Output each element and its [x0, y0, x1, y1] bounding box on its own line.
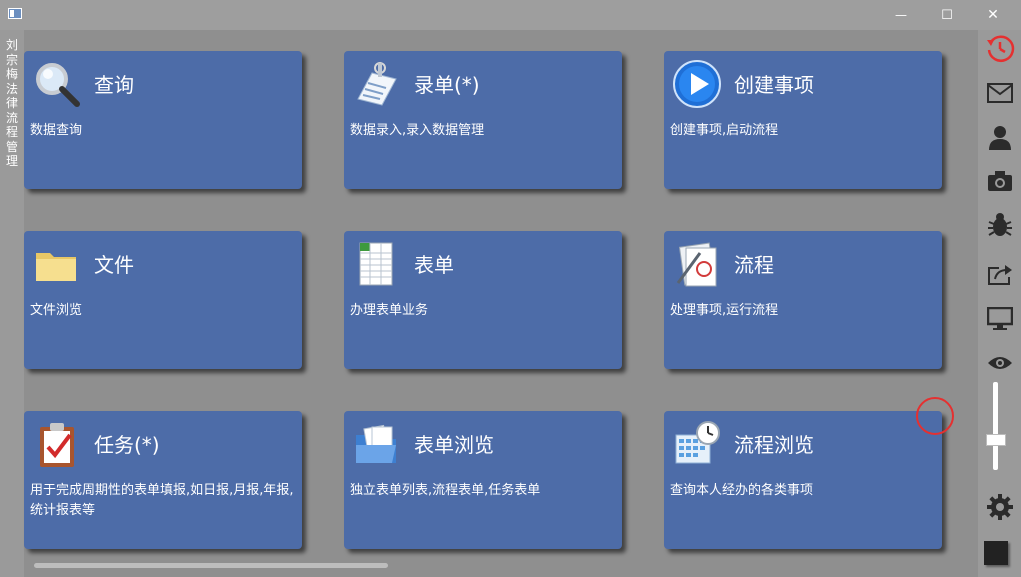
- document-entry-icon: [357, 62, 397, 106]
- tile-title: 流程浏览: [734, 433, 814, 457]
- left-title-strip: 刘宗梅法律流程管理: [0, 30, 24, 577]
- cursor-indicator: [916, 397, 954, 435]
- mail-icon[interactable]: [982, 78, 1018, 108]
- eye-icon[interactable]: [982, 348, 1018, 378]
- user-icon[interactable]: [982, 122, 1018, 152]
- app-icon: [8, 8, 22, 19]
- tile-description: 查询本人经办的各类事项: [670, 483, 814, 498]
- maximize-icon: ☐: [941, 7, 953, 23]
- tile-description: 数据查询: [30, 123, 83, 138]
- tile-process[interactable]: 流程 处理事项,运行流程: [664, 231, 942, 369]
- tile-title: 流程: [734, 253, 774, 277]
- close-icon: ✕: [987, 7, 999, 23]
- tile-form-browse[interactable]: 表单浏览 独立表单列表,流程表单,任务表单: [344, 411, 622, 549]
- tile-area: 查询 数据查询 录单(*) 数据录入,录入数据管理 创建事项 创建事项,启动流程…: [24, 30, 978, 569]
- camera-icon[interactable]: [982, 166, 1018, 196]
- zoom-slider-track[interactable]: [993, 382, 998, 470]
- process-doc-icon: [676, 242, 717, 287]
- tile-process-browse[interactable]: 流程浏览 查询本人经办的各类事项: [664, 411, 942, 549]
- horizontal-scrollbar-thumb[interactable]: [34, 563, 388, 568]
- title-bar: — ☐ ✕: [0, 0, 1021, 30]
- monitor-icon[interactable]: [982, 304, 1018, 334]
- tile-title: 表单浏览: [414, 433, 494, 457]
- color-swatch[interactable]: [984, 541, 1008, 565]
- maximize-button[interactable]: ☐: [924, 0, 970, 30]
- tile-description: 文件浏览: [30, 303, 83, 318]
- tile-entry[interactable]: 录单(*) 数据录入,录入数据管理: [344, 51, 622, 189]
- minimize-icon: —: [895, 8, 907, 22]
- tile-title: 文件: [94, 253, 134, 277]
- app-title: 刘宗梅法律流程管理: [5, 38, 18, 168]
- minimize-button[interactable]: —: [878, 0, 924, 30]
- spreadsheet-icon: [359, 242, 393, 286]
- tile-forms[interactable]: 表单 办理表单业务: [344, 231, 622, 369]
- bug-icon[interactable]: [982, 210, 1018, 240]
- tile-create[interactable]: 创建事项 创建事项,启动流程: [664, 51, 942, 189]
- zoom-slider-thumb[interactable]: [986, 434, 1006, 446]
- tile-title: 表单: [414, 253, 454, 277]
- tile-description: 办理表单业务: [350, 303, 429, 318]
- tile-title: 录单(*): [414, 73, 480, 97]
- folder-files-icon: [356, 424, 396, 463]
- tile-tasks[interactable]: 任务(*) 用于完成周期性的表单填报,如日报,月报,年报,统计报表等: [24, 411, 302, 549]
- tile-files[interactable]: 文件 文件浏览: [24, 231, 302, 369]
- tile-description: 独立表单列表,流程表单,任务表单: [350, 483, 541, 498]
- tile-title: 创建事项: [734, 73, 814, 97]
- clipboard-check-icon: [40, 423, 74, 467]
- tile-description: 创建事项,启动流程: [670, 123, 779, 138]
- tile-title: 查询: [94, 73, 134, 97]
- history-clock-icon[interactable]: [982, 34, 1018, 64]
- share-icon[interactable]: [982, 260, 1018, 290]
- tile-title: 任务(*): [94, 433, 160, 457]
- tile-description: 处理事项,运行流程: [670, 303, 779, 318]
- tile-query[interactable]: 查询 数据查询: [24, 51, 302, 189]
- tile-description: 数据录入,录入数据管理: [350, 123, 485, 138]
- calendar-clock-icon: [675, 421, 720, 464]
- magnifier-icon: [36, 63, 80, 107]
- close-button[interactable]: ✕: [970, 0, 1016, 30]
- tile-description: 用于完成周期性的表单填报,如日报,月报,年报,统计报表等: [30, 483, 294, 518]
- folder-icon: [36, 253, 76, 281]
- gear-icon[interactable]: [982, 492, 1018, 522]
- right-toolbar: [978, 30, 1021, 577]
- play-icon: [673, 60, 721, 108]
